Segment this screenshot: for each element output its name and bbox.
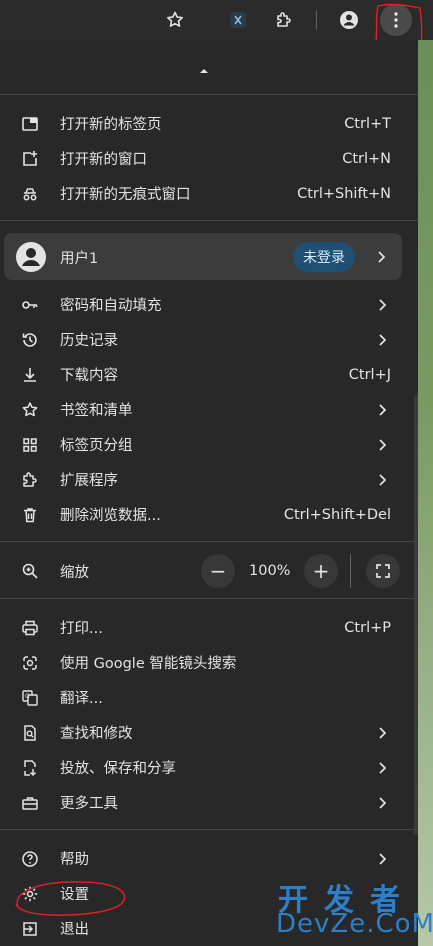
chevron-right-icon (379, 761, 387, 774)
profile-icon[interactable] (333, 4, 365, 36)
chevron-right-icon (379, 298, 387, 311)
menu-item-label: 删除浏览数据... (60, 508, 161, 524)
menu-separator (0, 94, 418, 95)
menu-item-more-tools[interactable]: 更多工具 (0, 785, 418, 820)
menu-item-label: 扩展程序 (60, 473, 118, 489)
menu-item-label: 历史记录 (60, 333, 118, 349)
red-annotation-circle (15, 881, 126, 916)
menu-item-label: 密码和自动填充 (60, 298, 162, 314)
menu-item-new-window[interactable]: 打开新的窗口 Ctrl+N (0, 141, 418, 176)
toolbox-icon (20, 793, 40, 813)
background-edge (418, 40, 433, 946)
menu-item-label: 标签页分组 (60, 438, 133, 454)
menu-item-label: 退出 (60, 922, 89, 938)
collapse-up-arrow-icon[interactable] (196, 64, 212, 76)
menu-item-shortcut: Ctrl+J (348, 366, 391, 383)
menu-separator (0, 598, 418, 599)
zoom-divider (350, 554, 351, 588)
print-icon (20, 618, 40, 638)
history-icon (20, 330, 40, 350)
fullscreen-button[interactable] (366, 554, 400, 588)
chrome-main-menu: 打开新的标签页 Ctrl+T 打开新的窗口 Ctrl+N 打开新的无痕式窗口 C… (0, 40, 418, 946)
zoom-out-button[interactable]: − (201, 554, 235, 588)
menu-item-translate[interactable]: G 翻译... (0, 680, 418, 715)
chevron-right-icon (379, 796, 387, 809)
key-icon (20, 295, 40, 315)
download-icon (20, 365, 40, 385)
browser-toolbar (0, 0, 433, 51)
menu-item-label: 缩放 (60, 564, 89, 581)
menu-separator (0, 829, 418, 830)
extension-x-icon[interactable] (222, 4, 254, 36)
chevron-right-icon (379, 726, 387, 739)
menu-item-cast-save-share[interactable]: 投放、保存和分享 (0, 750, 418, 785)
menu-separator (0, 541, 418, 542)
menu-item-print[interactable]: 打印... Ctrl+P (0, 610, 418, 645)
zoom-level: 100% (249, 563, 291, 579)
menu-item-zoom: 缩放 − 100% + (0, 553, 418, 589)
menu-item-label: 查找和修改 (60, 726, 133, 742)
incognito-icon (20, 184, 40, 204)
menu-item-shortcut: Ctrl+Shift+N (297, 185, 391, 202)
menu-item-clear-data[interactable]: 删除浏览数据... Ctrl+Shift+Del (0, 497, 418, 532)
bookmark-star-icon[interactable] (159, 4, 191, 36)
menu-item-label: 打开新的无痕式窗口 (60, 187, 191, 203)
chevron-right-icon (379, 333, 387, 346)
chevron-right-icon (379, 473, 387, 486)
menu-item-label: 打开新的标签页 (60, 117, 162, 133)
menu-item-label: 更多工具 (60, 796, 118, 812)
menu-item-incognito[interactable]: 打开新的无痕式窗口 Ctrl+Shift+N (0, 176, 418, 211)
help-icon (20, 849, 40, 869)
menu-item-find-edit[interactable]: 查找和修改 (0, 715, 418, 750)
menu-item-tab-groups[interactable]: 标签页分组 (0, 427, 418, 462)
menu-item-extensions[interactable]: 扩展程序 (0, 462, 418, 497)
menu-item-label: 下载内容 (60, 368, 118, 384)
translate-icon: G (20, 688, 40, 708)
star-icon (20, 400, 40, 420)
menu-item-label: 使用 Google 智能镜头搜索 (60, 656, 237, 672)
grid-icon (20, 435, 40, 455)
menu-item-label: 打开新的窗口 (60, 152, 147, 168)
avatar (16, 242, 46, 272)
svg-text:G: G (25, 693, 30, 700)
menu-item-shortcut: Ctrl+T (344, 115, 391, 132)
profile-row[interactable]: 用户1 未登录 (4, 233, 402, 280)
new-window-icon (20, 149, 40, 169)
zoom-in-button[interactable]: + (304, 554, 338, 588)
fullscreen-icon (376, 564, 390, 578)
exit-icon (20, 919, 40, 939)
menu-scrollbar[interactable] (414, 395, 418, 835)
menu-item-google-lens[interactable]: 使用 Google 智能镜头搜索 (0, 645, 418, 680)
menu-item-shortcut: Ctrl+Shift+Del (283, 506, 391, 523)
menu-separator (0, 220, 418, 221)
signin-status-badge[interactable]: 未登录 (293, 242, 355, 272)
menu-item-label: 打印... (60, 621, 103, 637)
chevron-right-icon (379, 852, 387, 865)
profile-name: 用户1 (60, 251, 99, 267)
menu-item-shortcut: Ctrl+P (344, 619, 391, 636)
chevron-right-icon (379, 438, 387, 451)
new-tab-icon (20, 114, 40, 134)
puzzle-icon (20, 470, 40, 490)
trash-icon (20, 505, 40, 525)
menu-item-help[interactable]: 帮助 (0, 841, 418, 876)
menu-item-bookmarks[interactable]: 书签和清单 (0, 392, 418, 427)
menu-item-passwords[interactable]: 密码和自动填充 (0, 287, 418, 322)
zoom-icon (20, 561, 40, 581)
chevron-right-icon (379, 403, 387, 416)
cast-icon (20, 758, 40, 778)
lens-icon (20, 653, 40, 673)
toolbar-divider (316, 10, 317, 30)
menu-item-history[interactable]: 历史记录 (0, 322, 418, 357)
menu-item-label: 书签和清单 (60, 403, 133, 419)
menu-item-new-tab[interactable]: 打开新的标签页 Ctrl+T (0, 106, 418, 141)
menu-item-shortcut: Ctrl+N (342, 150, 391, 167)
menu-item-downloads[interactable]: 下载内容 Ctrl+J (0, 357, 418, 392)
menu-item-label: 帮助 (60, 852, 89, 868)
find-icon (20, 723, 40, 743)
extensions-puzzle-icon[interactable] (268, 4, 300, 36)
chevron-right-icon (378, 251, 386, 263)
menu-item-label: 翻译... (60, 691, 103, 707)
menu-item-label: 投放、保存和分享 (60, 761, 176, 777)
